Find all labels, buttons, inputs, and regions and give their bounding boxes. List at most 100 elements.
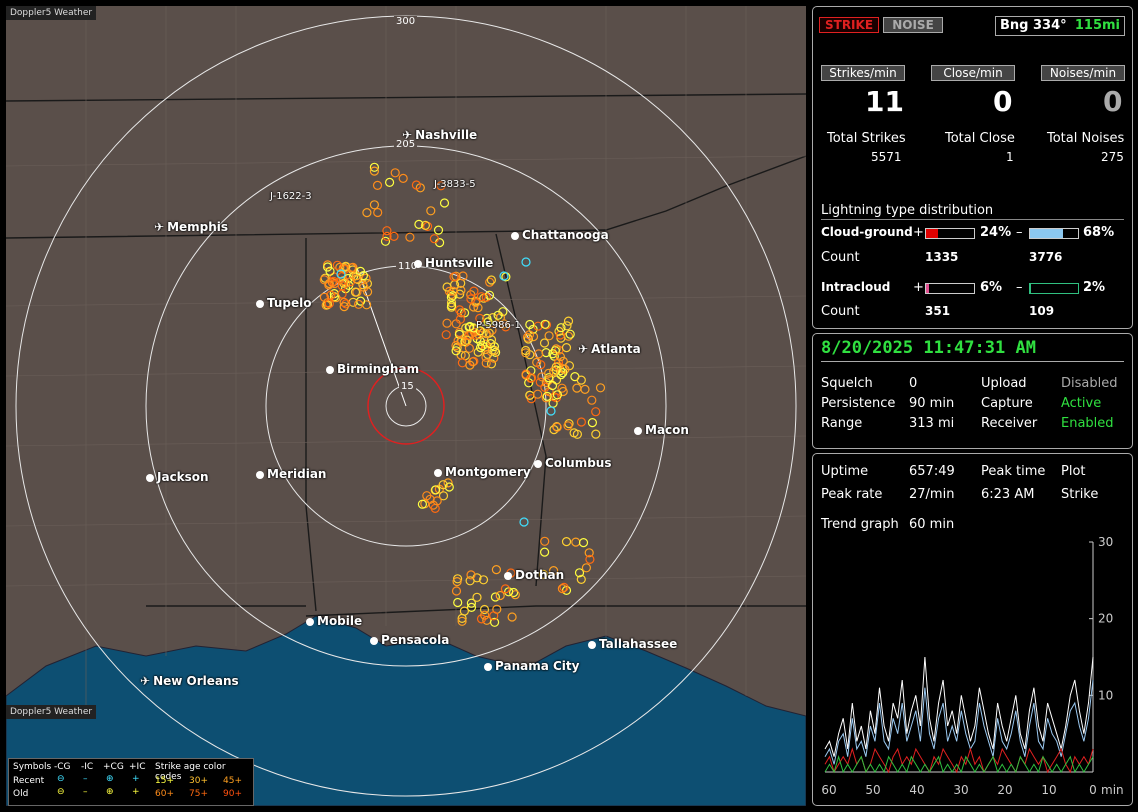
noises-per-min-button[interactable]: Noises/min (1041, 65, 1125, 81)
age-old-2: 75+ (189, 789, 208, 799)
city-dot-icon (484, 662, 492, 671)
strike-mark (587, 418, 598, 428)
city-label: New Orleans (153, 674, 239, 688)
strike-mark (540, 536, 550, 546)
y-tick-label: 20 (1098, 612, 1113, 626)
ring-label-300: 300 (394, 16, 418, 27)
city-panama-city[interactable]: Panama City (484, 659, 579, 673)
city-macon[interactable]: Macon (634, 423, 689, 437)
city-jackson[interactable]: Jackson (146, 470, 209, 484)
strike-mark (385, 177, 395, 187)
strike-mark (591, 407, 601, 417)
strike-mark (362, 208, 372, 218)
city-label: Pensacola (381, 633, 450, 647)
city-tallahassee[interactable]: Tallahassee (588, 637, 677, 651)
city-pensacola[interactable]: Pensacola (370, 633, 449, 647)
city-birmingham[interactable]: Birmingham (326, 362, 419, 376)
ic-strike-mark (521, 257, 531, 267)
divider (821, 219, 1124, 220)
cg-positive-pct: 24% (980, 225, 1012, 240)
peak-rate-label: Peak rate (821, 487, 883, 502)
strike-mark (453, 597, 463, 608)
age-recent-1: 15+ (155, 776, 174, 786)
trend-panel: Uptime 657:49 Peak time Plot Peak rate 2… (812, 453, 1133, 806)
x-tick-label: 20 (997, 783, 1012, 797)
city-chattanooga[interactable]: Chattanooga (511, 228, 609, 242)
city-meridian[interactable]: Meridian (256, 467, 326, 481)
city-nashville[interactable]: ✈ Nashville (402, 128, 477, 142)
cg-plus-sign: + (913, 225, 924, 240)
strike-mark (595, 383, 606, 393)
city-label: Meridian (267, 467, 327, 481)
airport-icon: ✈ (154, 220, 165, 234)
ic-positive-pct: 6% (980, 280, 1003, 295)
airport-icon: ✈ (140, 674, 151, 688)
map-title: Doppler5 Weather (6, 6, 97, 20)
strike-mark (439, 198, 450, 208)
strike-mark (576, 417, 587, 427)
total-noises-label: Total Noises (1047, 131, 1125, 146)
map-canvas[interactable] (6, 6, 806, 806)
lightning-map[interactable]: 300 205 110 15 J-1622-3 J-3833-5 P-5986-… (6, 6, 806, 806)
noise-button[interactable]: NOISE (883, 17, 943, 33)
ic-count-label: Count (821, 304, 860, 319)
city-atlanta[interactable]: ✈ Atlanta (578, 342, 641, 356)
trend-series-0 (824, 656, 1094, 757)
strike-mark (405, 232, 415, 242)
city-montgomery[interactable]: Montgomery (434, 465, 531, 479)
symbol-legend: Symbols -CG -IC +CG +IC Strike age color… (8, 758, 254, 806)
city-dot-icon (256, 299, 264, 308)
city-label: Chattanooga (522, 228, 609, 242)
intracloud-label: Intracloud (821, 280, 891, 294)
strike-mark (464, 343, 474, 353)
trend-graph: 30 20 10 60 50 40 30 20 10 0 min (821, 535, 1123, 797)
city-label: Huntsville (425, 256, 494, 270)
city-new-orleans[interactable]: ✈ New Orleans (140, 674, 239, 688)
plot-value[interactable]: Strike (1061, 487, 1098, 502)
strikes-per-min-button[interactable]: Strikes/min (821, 65, 905, 81)
city-dot-icon (504, 571, 512, 580)
city-label: Dothan (515, 568, 565, 582)
strike-mark (533, 389, 543, 399)
age-recent-2: 30+ (189, 776, 208, 786)
cell-label[interactable]: J-1622-3 (270, 191, 312, 202)
cell-label[interactable]: J-3833-5 (434, 179, 476, 190)
uptime-label: Uptime (821, 464, 869, 479)
upload-value: Disabled (1061, 376, 1118, 391)
legend-col: -CG (54, 762, 71, 772)
strike-button[interactable]: STRIKE (819, 17, 879, 33)
legend-symbols-label: Symbols (13, 762, 52, 772)
ic-negative-count: 109 (1029, 304, 1055, 318)
map-credit: Doppler5 Weather (6, 705, 97, 719)
city-huntsville[interactable]: Huntsville (414, 256, 493, 270)
strike-mark (578, 537, 589, 548)
strike-mark (398, 173, 408, 183)
city-label: Jackson (157, 470, 209, 484)
strike-mark (591, 429, 601, 439)
city-dot-icon (370, 636, 378, 645)
distribution-title: Lightning type distribution (821, 203, 994, 218)
old-pos-cg-icon: ⊕ (106, 787, 114, 797)
ic-strike-mark (546, 406, 556, 416)
legend-col: -IC (81, 762, 94, 772)
city-memphis[interactable]: ✈ Memphis (154, 220, 228, 234)
x-tick-label: 50 (865, 783, 880, 797)
city-label: Tupelo (267, 296, 312, 310)
range-value: 313 mi (909, 416, 955, 431)
strike-mark (563, 316, 574, 326)
peak-time-value: 6:23 AM (981, 487, 1035, 502)
total-strikes-value: 5571 (871, 150, 902, 164)
city-dot-icon (256, 470, 264, 479)
city-columbus[interactable]: Columbus (534, 456, 612, 470)
cg-positive-count: 1335 (925, 250, 959, 264)
cell-label[interactable]: P-5986-1 (476, 320, 521, 331)
city-tupelo[interactable]: Tupelo (256, 296, 312, 310)
city-dothan[interactable]: Dothan (504, 568, 564, 582)
city-mobile[interactable]: Mobile (306, 614, 362, 628)
strike-mark (587, 395, 597, 405)
trend-graph-value[interactable]: 60 min (909, 517, 954, 532)
strike-mark (362, 300, 372, 310)
ic-negative-bar (1029, 283, 1079, 294)
strike-mark (457, 358, 467, 368)
close-per-min-button[interactable]: Close/min (931, 65, 1015, 81)
